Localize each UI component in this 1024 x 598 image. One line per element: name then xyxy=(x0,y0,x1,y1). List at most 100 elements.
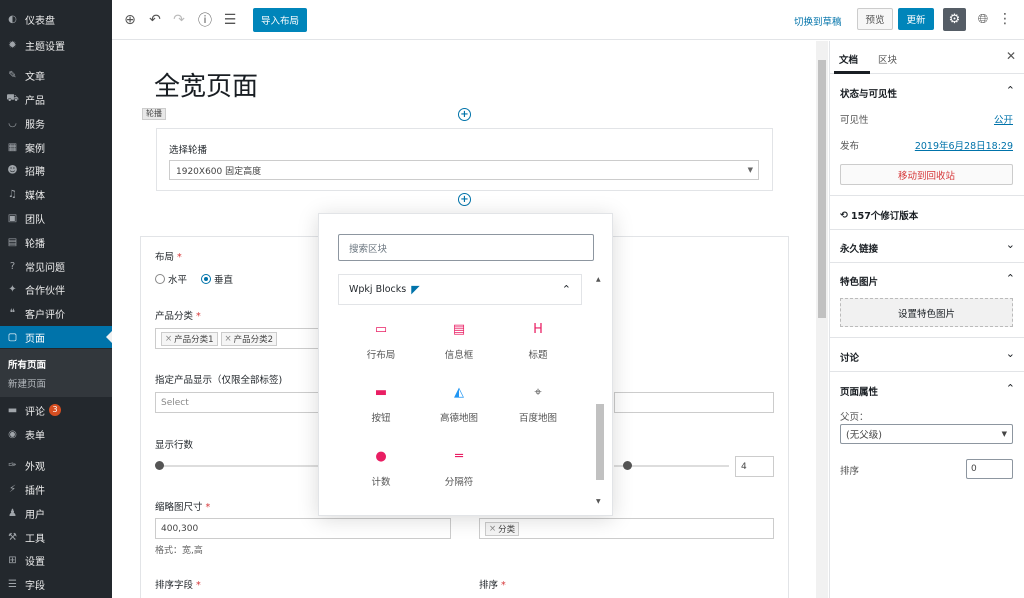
sidebar-item[interactable]: ☰ 字段 xyxy=(0,573,112,595)
sidebar-item[interactable]: ? 常见问题 xyxy=(0,255,112,277)
chevron-up-icon[interactable]: ⌃ xyxy=(1006,84,1015,97)
sidebar-item[interactable]: ▦ 案例 xyxy=(0,136,112,158)
block-item[interactable]: ▤ 信息框 xyxy=(424,319,494,369)
taxonomy-chip[interactable]: × 分类 xyxy=(485,521,520,536)
undo-icon[interactable]: ↶ xyxy=(146,11,164,29)
tab-document[interactable]: 文档 xyxy=(839,52,858,66)
preview-button[interactable]: 预览 xyxy=(857,8,893,30)
close-icon[interactable]: ✕ xyxy=(1006,49,1016,63)
category-multiselect[interactable]: × 产品分类1 × 产品分类2 xyxy=(155,328,325,349)
permalink-title[interactable]: 永久链接 xyxy=(840,241,878,255)
taxonomy-multiselect[interactable]: × 分类 xyxy=(479,518,774,539)
sidebar-item[interactable]: ✹ 主题设置 xyxy=(0,34,112,56)
rows-input[interactable]: 4 xyxy=(735,456,774,477)
counter-icon: ● xyxy=(375,448,387,464)
outline-icon[interactable]: ☰ xyxy=(221,11,239,29)
sidebar-item[interactable]: ✦ 合作伙伴 xyxy=(0,278,112,300)
scroll-up-icon[interactable]: ▲ xyxy=(596,276,601,283)
block-item[interactable]: ⌖ 百度地图 xyxy=(503,382,573,432)
sidebar-item[interactable]: ◡ 服务 xyxy=(0,112,112,134)
wpkj-blocks-panel-toggle[interactable]: Wpkj Blocks ◤ ⌃ xyxy=(338,274,582,305)
submenu-all-pages[interactable]: 所有页面 xyxy=(8,357,46,371)
status-visibility-title[interactable]: 状态与可见性 xyxy=(840,86,897,100)
block-item[interactable]: ● 计数 xyxy=(346,446,416,496)
add-block-icon[interactable]: ⊕ xyxy=(121,11,139,29)
layout-radio-horizontal[interactable]: 水平 xyxy=(155,272,187,286)
permalink-section[interactable]: 永久链接 ⌄ xyxy=(830,230,1024,263)
chevron-up-icon: ⌃ xyxy=(561,283,571,296)
sidebar-item[interactable]: ♟ 用户 xyxy=(0,502,112,524)
order-input[interactable]: 0 xyxy=(966,459,1013,479)
import-layout-button[interactable]: 导入布局 xyxy=(253,8,307,32)
block-item[interactable]: ▭ 行布局 xyxy=(346,319,416,369)
layout-radio-vertical[interactable]: 垂直 xyxy=(201,272,233,286)
sidebar-item[interactable]: ⚡ 插件 xyxy=(0,478,112,500)
parent-page-select[interactable]: (无父级) ▼ xyxy=(840,424,1013,444)
sort-field-label: 排序字段 * xyxy=(155,580,201,591)
block-label: 行布局 xyxy=(366,350,396,361)
page-attributes-title[interactable]: 页面属性 xyxy=(840,384,878,398)
redo-icon[interactable]: ↷ xyxy=(170,11,188,29)
block-search-input[interactable]: 搜索区块 xyxy=(338,234,594,261)
block-item[interactable]: H 标题 xyxy=(503,319,573,369)
rows-slider-handle-right[interactable] xyxy=(623,461,632,470)
carousel-select-value: 1920X600 固定高度 xyxy=(176,166,262,177)
sidebar-item[interactable]: ⛟ 产品 xyxy=(0,88,112,110)
block-item[interactable]: ═ 分隔符 xyxy=(424,446,494,496)
switch-to-draft-link[interactable]: 切换到草稿 xyxy=(794,14,842,28)
submenu-new-page[interactable]: 新建页面 xyxy=(8,376,46,390)
category-chip[interactable]: × 产品分类2 xyxy=(220,331,278,346)
sidebar-item[interactable]: ⊞ 设置 xyxy=(0,549,112,571)
publish-date-link[interactable]: 2019年6月28日18:29 xyxy=(915,138,1013,152)
dropdown-arrow-icon: ▼ xyxy=(747,166,753,174)
discussion-section[interactable]: 讨论 ⌄ xyxy=(830,338,1024,372)
insert-block-icon[interactable]: + xyxy=(458,193,471,206)
specific-products-select[interactable]: Select xyxy=(155,392,325,413)
globe-icon[interactable]: 🌐︎ xyxy=(974,10,992,28)
visibility-link[interactable]: 公开 xyxy=(994,112,1013,126)
insert-block-icon[interactable]: + xyxy=(458,108,471,121)
more-options-icon[interactable]: ⋮ xyxy=(998,10,1012,28)
editor-scrollbar-thumb[interactable] xyxy=(818,60,826,318)
specific-products-select-right[interactable] xyxy=(614,392,774,413)
sidebar-item[interactable]: ⚒ 工具 xyxy=(0,526,112,548)
rows-slider-handle[interactable] xyxy=(155,461,164,470)
sidebar-item[interactable]: ◉ 表单 xyxy=(0,423,112,445)
sidebar-item[interactable]: ♫ 媒体 xyxy=(0,183,112,205)
inserter-scrollbar[interactable]: ▲ ▼ xyxy=(596,274,604,510)
set-featured-image-button[interactable]: 设置特色图片 xyxy=(840,298,1013,327)
sidebar-item[interactable]: ❝ 客户评价 xyxy=(0,302,112,324)
carousel-select[interactable]: 1920X600 固定高度 ▼ xyxy=(169,160,759,180)
sidebar-item[interactable]: ◐ 仪表盘 xyxy=(0,8,112,30)
block-item[interactable]: ◭ 高德地图 xyxy=(424,382,494,432)
sidebar-item-label: 工具 xyxy=(25,533,45,545)
info-icon[interactable]: ⓘ xyxy=(196,11,214,29)
update-button[interactable]: 更新 xyxy=(898,8,934,30)
sidebar-item[interactable]: ☻ 招聘 xyxy=(0,159,112,181)
chevron-down-icon[interactable]: ⌄ xyxy=(1006,238,1015,251)
sidebar-item[interactable]: ✑ 外观 xyxy=(0,454,112,476)
scroll-down-icon[interactable]: ▼ xyxy=(596,498,601,505)
category-chip[interactable]: × 产品分类1 xyxy=(161,331,218,346)
revisions-link[interactable]: ⟲ 157个修订版本 xyxy=(840,208,918,223)
move-to-trash-button[interactable]: 移动到回收站 xyxy=(840,164,1013,185)
featured-image-title[interactable]: 特色图片 xyxy=(840,274,878,288)
thumb-size-input[interactable]: 400,300 xyxy=(155,518,451,539)
block-item[interactable]: ▬ 按钮 xyxy=(346,382,416,432)
sidebar-item[interactable]: ▬ 评论 3 xyxy=(0,399,112,421)
sidebar-item[interactable]: ▢ 页面 xyxy=(0,326,112,348)
sidebar-item[interactable]: ▣ 团队 xyxy=(0,207,112,229)
discussion-title[interactable]: 讨论 xyxy=(840,350,859,364)
chevron-up-icon[interactable]: ⌃ xyxy=(1006,272,1015,285)
chevron-up-icon[interactable]: ⌃ xyxy=(1006,382,1015,395)
rows-slider-track[interactable] xyxy=(159,465,319,467)
chevron-down-icon[interactable]: ⌄ xyxy=(1006,347,1015,360)
tab-block[interactable]: 区块 xyxy=(878,52,897,66)
settings-gear-icon[interactable]: ⚙ xyxy=(943,8,966,31)
carousel-block[interactable]: 选择轮播 1920X600 固定高度 ▼ xyxy=(156,128,773,191)
question-icon: ? xyxy=(9,260,16,272)
page-title[interactable]: 全宽页面 xyxy=(154,66,258,103)
inserter-scrollbar-thumb[interactable] xyxy=(596,404,604,480)
sidebar-item[interactable]: ▤ 轮播 xyxy=(0,231,112,253)
sidebar-item[interactable]: ✎ 文章 xyxy=(0,64,112,86)
